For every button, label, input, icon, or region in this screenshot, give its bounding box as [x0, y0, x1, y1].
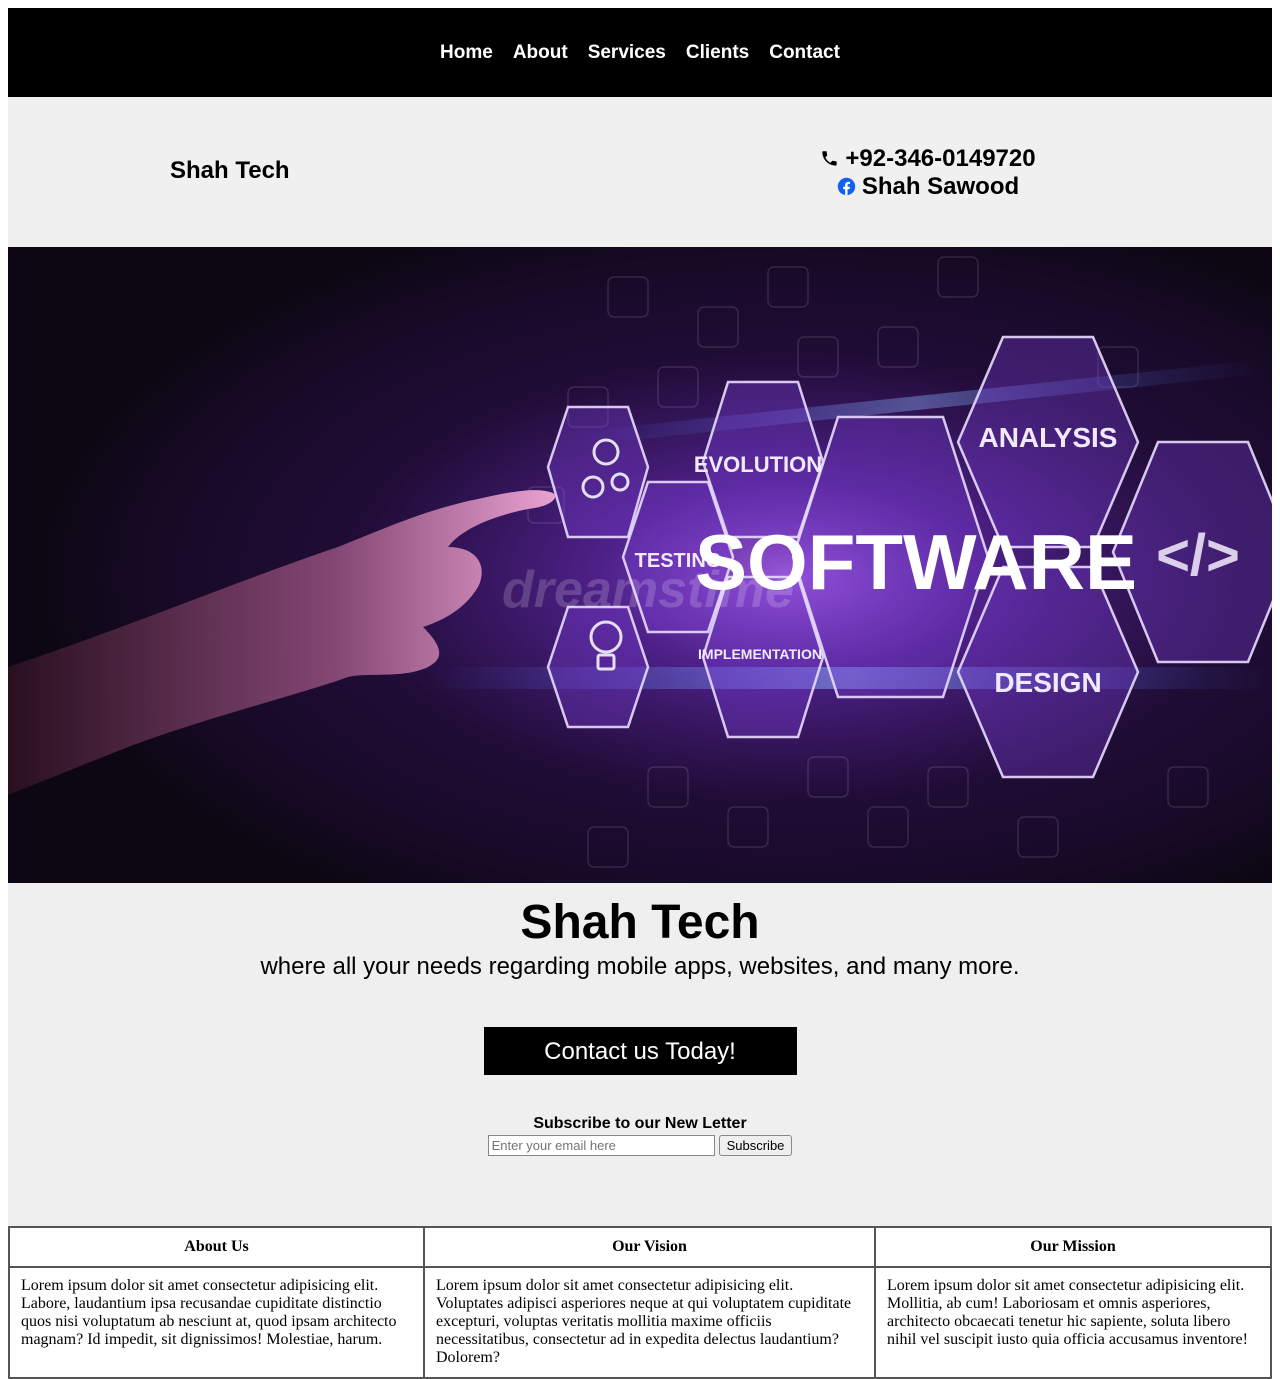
our-mission-text: Lorem ipsum dolor sit amet consectetur a… — [875, 1267, 1271, 1378]
hero-banner: EVOLUTION TESTING IMPLEMENTATION ANALYSI… — [8, 247, 1272, 883]
contact-us-button[interactable]: Contact us Today! — [483, 1027, 797, 1075]
info-bar: Shah Tech +92-346-0149720 Shah Sawood — [8, 97, 1272, 247]
contact-details: +92-346-0149720 Shah Sawood — [818, 145, 1038, 201]
nav-about-link[interactable]: About — [513, 42, 568, 64]
brand-name: Shah Tech — [170, 157, 290, 184]
table-header-our-vision: Our Vision — [424, 1227, 875, 1267]
nav-services-link[interactable]: Services — [588, 42, 666, 64]
facebook-icon — [837, 177, 856, 196]
facebook-name[interactable]: Shah Sawood — [862, 173, 1019, 200]
facebook-line: Shah Sawood — [818, 173, 1038, 201]
hero-watermark: dreamstime — [502, 561, 794, 619]
intro-title: Shah Tech — [520, 896, 760, 949]
hero-illustration: EVOLUTION TESTING IMPLEMENTATION ANALYSI… — [8, 247, 1272, 883]
phone-number[interactable]: +92-346-0149720 — [845, 145, 1035, 172]
subscribe-button[interactable]: Subscribe — [718, 1135, 793, 1156]
table-header-our-mission: Our Mission — [875, 1227, 1271, 1267]
hero-word-code: </> — [1156, 523, 1240, 588]
table-header-row: About Us Our Vision Our Mission — [9, 1227, 1271, 1267]
nav-home-link[interactable]: Home — [440, 42, 493, 64]
info-table: About Us Our Vision Our Mission Lorem ip… — [8, 1226, 1272, 1379]
subscribe-form: Subscribe — [8, 1135, 1272, 1156]
nav-clients-link[interactable]: Clients — [686, 42, 749, 64]
intro-tagline: where all your needs regarding mobile ap… — [260, 953, 1020, 980]
hero-word-implementation: IMPLEMENTATION — [698, 646, 822, 662]
email-input[interactable] — [487, 1135, 715, 1156]
page: Home About Services Clients Contact Shah… — [8, 8, 1272, 1379]
our-vision-text: Lorem ipsum dolor sit amet consectetur a… — [424, 1267, 875, 1378]
about-us-text: Lorem ipsum dolor sit amet consectetur a… — [9, 1267, 424, 1378]
hero-word-analysis: ANALYSIS — [978, 422, 1117, 453]
phone-icon — [822, 151, 838, 166]
phone-line: +92-346-0149720 — [818, 145, 1038, 173]
nav-contact-link[interactable]: Contact — [769, 42, 840, 64]
table-row: Lorem ipsum dolor sit amet consectetur a… — [9, 1267, 1271, 1378]
top-navigation: Home About Services Clients Contact — [8, 8, 1272, 97]
table-header-about-us: About Us — [9, 1227, 424, 1267]
hero-word-evolution: EVOLUTION — [694, 452, 822, 477]
intro-section: Shah Tech where all your needs regarding… — [8, 883, 1272, 1226]
hero-word-design: DESIGN — [994, 667, 1101, 698]
subscribe-title: Subscribe to our New Letter — [533, 1115, 747, 1132]
